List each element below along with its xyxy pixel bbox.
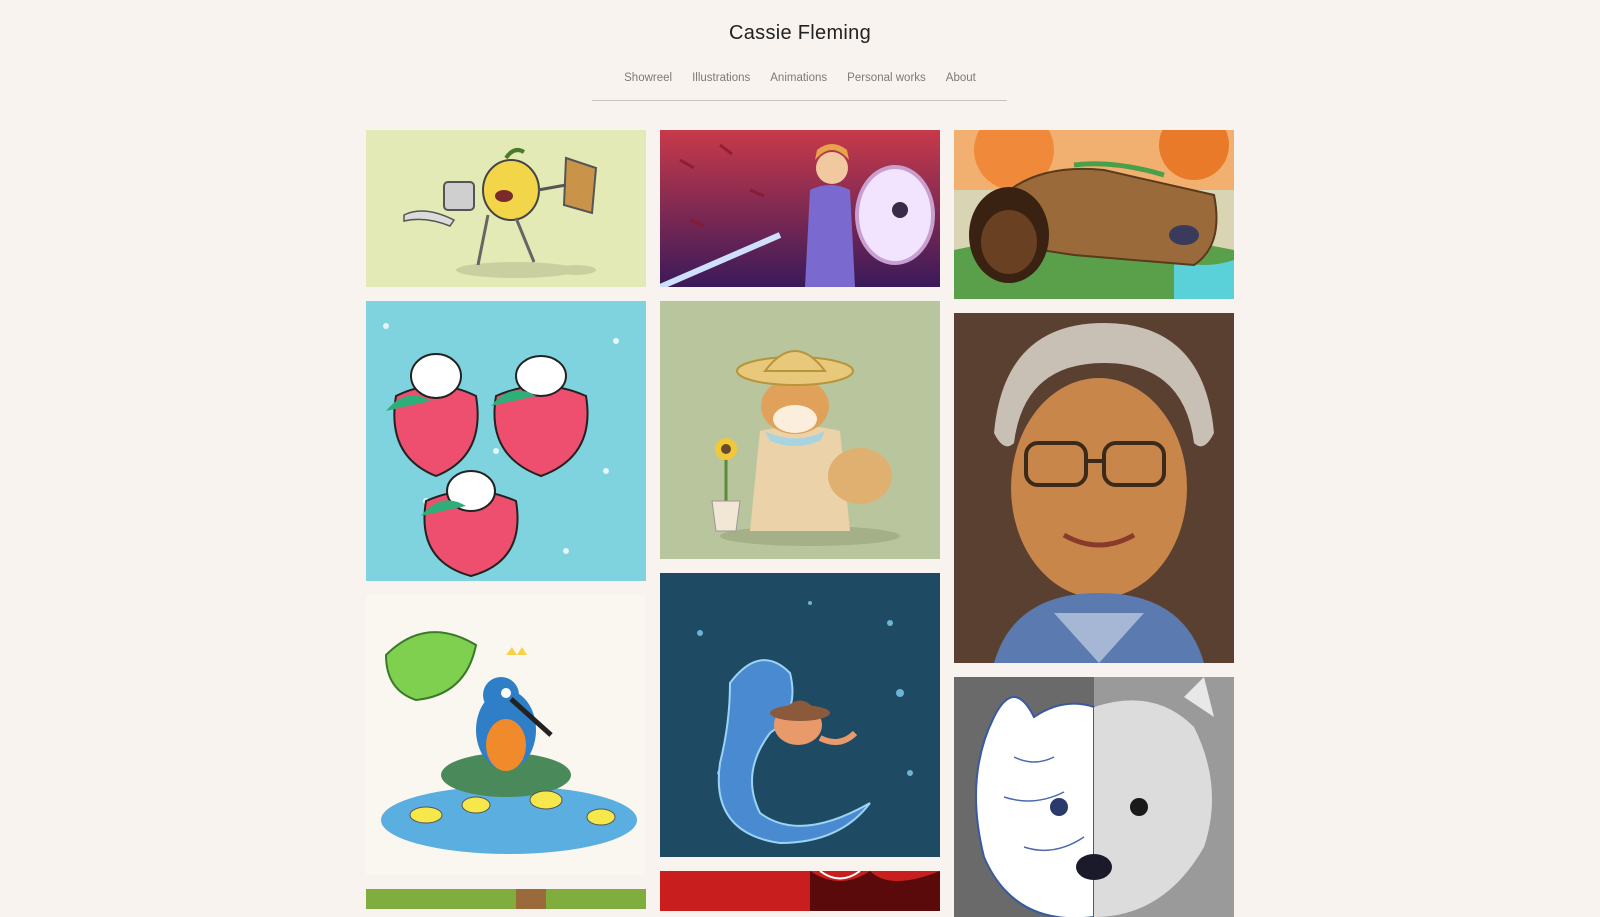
fallen-log-forest-artwork	[954, 130, 1234, 299]
nav-item-illustrations[interactable]: Illustrations	[692, 72, 750, 84]
nav-item-about[interactable]: About	[946, 72, 976, 84]
gallery-tile-seahorse[interactable]	[660, 573, 940, 857]
gallery-tile-green-partial[interactable]	[366, 889, 646, 909]
gallery-tile-fallen-log[interactable]	[954, 130, 1234, 299]
westie-dog-sketch-artwork	[954, 677, 1234, 917]
nav-item-animations[interactable]: Animations	[770, 72, 827, 84]
main-nav: Showreel Illustrations Animations Person…	[0, 72, 1600, 84]
elf-warrior-shield-artwork	[660, 130, 940, 287]
elderly-woman-portrait-artwork	[954, 313, 1234, 663]
shiba-sunflower-artwork	[660, 301, 940, 559]
gallery-tile-shiba[interactable]	[660, 301, 940, 559]
gallery-tile-elf-warrior[interactable]	[660, 130, 940, 287]
gallery-tile-red-partial[interactable]	[660, 871, 940, 911]
site-title[interactable]: Cassie Fleming	[0, 22, 1600, 45]
gallery-tile-lemon-robot[interactable]	[366, 130, 646, 287]
nav-item-personal-works[interactable]: Personal works	[847, 72, 926, 84]
lemon-robot-knight-artwork	[366, 130, 646, 287]
nav-item-showreel[interactable]: Showreel	[624, 72, 672, 84]
kingfisher-pond-artwork	[366, 595, 646, 875]
red-artwork-partial	[660, 871, 940, 911]
nav-divider	[592, 100, 1007, 101]
strawberry-bunnies-artwork	[366, 301, 646, 581]
seahorse-crab-rider-artwork	[660, 573, 940, 857]
green-artwork-partial	[366, 889, 646, 909]
gallery-tile-strawberry-bunnies[interactable]	[366, 301, 646, 581]
gallery-tile-westie[interactable]	[954, 677, 1234, 917]
gallery-tile-kingfisher[interactable]	[366, 595, 646, 875]
gallery-tile-elderly-woman[interactable]	[954, 313, 1234, 663]
